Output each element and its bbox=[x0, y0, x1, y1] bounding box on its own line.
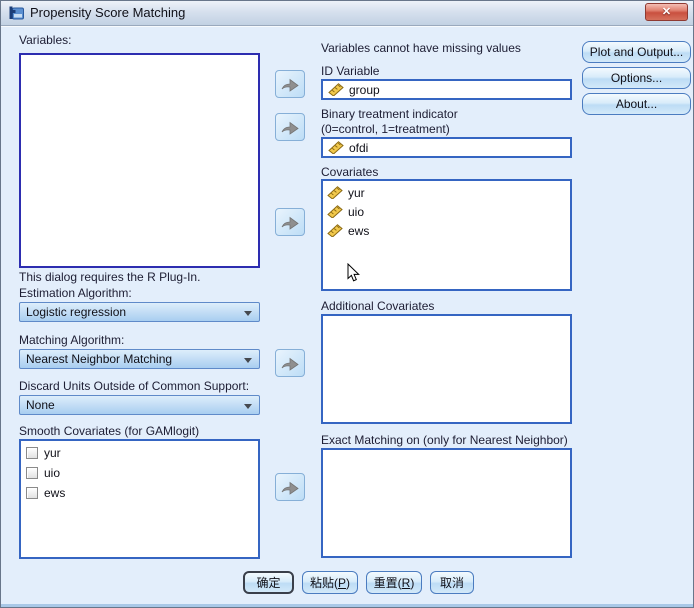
discard-units-select[interactable]: None bbox=[19, 395, 260, 415]
move-to-exact-matching-button[interactable] bbox=[275, 473, 305, 501]
plot-and-output-label: Plot and Output... bbox=[589, 45, 684, 59]
paste-button[interactable]: 粘贴(P) bbox=[302, 571, 358, 594]
smooth-covariates-list[interactable]: yur uio ews bbox=[19, 439, 260, 559]
smooth-covariate-item[interactable]: uio bbox=[21, 463, 258, 483]
smooth-covariate-item[interactable]: yur bbox=[21, 443, 258, 463]
treatment-indicator-label: Binary treatment indicator bbox=[321, 107, 458, 121]
variables-label: Variables: bbox=[19, 33, 72, 47]
discard-units-label: Discard Units Outside of Common Support: bbox=[19, 379, 250, 393]
exact-matching-list[interactable] bbox=[321, 448, 572, 558]
estimation-algorithm-label: Estimation Algorithm: bbox=[19, 286, 132, 300]
mouse-cursor bbox=[347, 263, 360, 282]
estimation-algorithm-select[interactable]: Logistic regression bbox=[19, 302, 260, 322]
move-to-id-button[interactable] bbox=[275, 70, 305, 98]
smooth-covariate-label: uio bbox=[44, 466, 61, 480]
smooth-covariate-label: yur bbox=[44, 446, 61, 460]
checkbox-icon[interactable] bbox=[26, 467, 38, 479]
propensity-score-matching-dialog: Propensity Score Matching ✕ Variables: T… bbox=[0, 0, 694, 608]
window-bottom-edge bbox=[1, 604, 693, 607]
covariate-label: yur bbox=[348, 185, 365, 200]
right-arrow-icon bbox=[281, 357, 299, 371]
id-variable-label: ID Variable bbox=[321, 64, 380, 78]
paste-accelerator: P bbox=[337, 575, 346, 590]
cancel-label: 取消 bbox=[439, 576, 464, 590]
close-icon: ✕ bbox=[661, 6, 672, 18]
covariates-label: Covariates bbox=[321, 165, 379, 179]
checkbox-icon[interactable] bbox=[26, 447, 38, 459]
smooth-covariate-label: ews bbox=[44, 486, 66, 500]
matching-algorithm-value: Nearest Neighbor Matching bbox=[26, 352, 173, 366]
options-button[interactable]: Options... bbox=[582, 67, 691, 89]
exact-matching-label: Exact Matching on (only for Nearest Neig… bbox=[321, 433, 568, 447]
scale-measure-icon bbox=[327, 224, 343, 237]
dropdown-arrow-icon bbox=[244, 404, 252, 409]
covariate-item[interactable]: yur bbox=[323, 183, 570, 202]
id-variable-field[interactable]: group bbox=[321, 79, 572, 100]
move-to-treatment-button[interactable] bbox=[275, 113, 305, 141]
additional-covariates-list[interactable] bbox=[321, 314, 572, 424]
smooth-covariates-label: Smooth Covariates (for GAMlogit) bbox=[19, 424, 200, 438]
estimation-algorithm-value: Logistic regression bbox=[26, 305, 127, 319]
reset-accelerator: R bbox=[401, 575, 411, 590]
right-arrow-icon bbox=[281, 78, 299, 92]
treatment-indicator-field[interactable]: ofdi bbox=[321, 137, 572, 158]
dropdown-arrow-icon bbox=[244, 311, 252, 316]
scale-measure-icon bbox=[328, 83, 344, 96]
move-to-additional-covariates-button[interactable] bbox=[275, 349, 305, 377]
reset-label: 重置( bbox=[373, 576, 402, 590]
right-arrow-icon bbox=[281, 216, 299, 230]
treatment-indicator-value: ofdi bbox=[349, 140, 369, 155]
variables-list[interactable] bbox=[19, 53, 260, 268]
scale-measure-icon bbox=[327, 205, 343, 218]
reset-label-suffix: ) bbox=[410, 575, 415, 590]
paste-label: 粘贴( bbox=[309, 576, 338, 590]
window-title: Propensity Score Matching bbox=[30, 5, 186, 20]
paste-label-suffix: ) bbox=[346, 575, 350, 590]
dropdown-arrow-icon bbox=[244, 358, 252, 363]
id-variable-value: group bbox=[349, 82, 380, 97]
covariate-label: uio bbox=[348, 204, 365, 219]
smooth-covariate-item[interactable]: ews bbox=[21, 483, 258, 503]
checkbox-icon[interactable] bbox=[26, 487, 38, 499]
r-plugin-note: This dialog requires the R Plug-In. bbox=[19, 270, 201, 284]
matching-algorithm-label: Matching Algorithm: bbox=[19, 333, 125, 347]
ok-button[interactable]: 确定 bbox=[243, 571, 294, 594]
close-button[interactable]: ✕ bbox=[645, 3, 688, 21]
cancel-button[interactable]: 取消 bbox=[430, 571, 474, 594]
matching-algorithm-select[interactable]: Nearest Neighbor Matching bbox=[19, 349, 260, 369]
discard-units-value: None bbox=[26, 398, 55, 412]
additional-covariates-label: Additional Covariates bbox=[321, 299, 435, 313]
about-label: About... bbox=[615, 97, 658, 111]
covariate-label: ews bbox=[348, 223, 370, 238]
title-bar[interactable]: Propensity Score Matching ✕ bbox=[1, 1, 693, 27]
move-to-covariates-button[interactable] bbox=[275, 208, 305, 236]
covariate-item[interactable]: uio bbox=[323, 202, 570, 221]
right-arrow-icon bbox=[281, 481, 299, 495]
treatment-indicator-sublabel: (0=control, 1=treatment) bbox=[321, 122, 450, 136]
plot-and-output-button[interactable]: Plot and Output... bbox=[582, 41, 691, 63]
about-button[interactable]: About... bbox=[582, 93, 691, 115]
spss-dialog-icon bbox=[9, 6, 24, 20]
covariate-item[interactable]: ews bbox=[323, 221, 570, 240]
ok-label: 确定 bbox=[256, 576, 281, 590]
missing-values-note: Variables cannot have missing values bbox=[321, 41, 521, 55]
options-label: Options... bbox=[610, 71, 663, 85]
reset-button[interactable]: 重置(R) bbox=[366, 571, 422, 594]
scale-measure-icon bbox=[327, 186, 343, 199]
scale-measure-icon bbox=[328, 141, 344, 154]
right-arrow-icon bbox=[281, 121, 299, 135]
